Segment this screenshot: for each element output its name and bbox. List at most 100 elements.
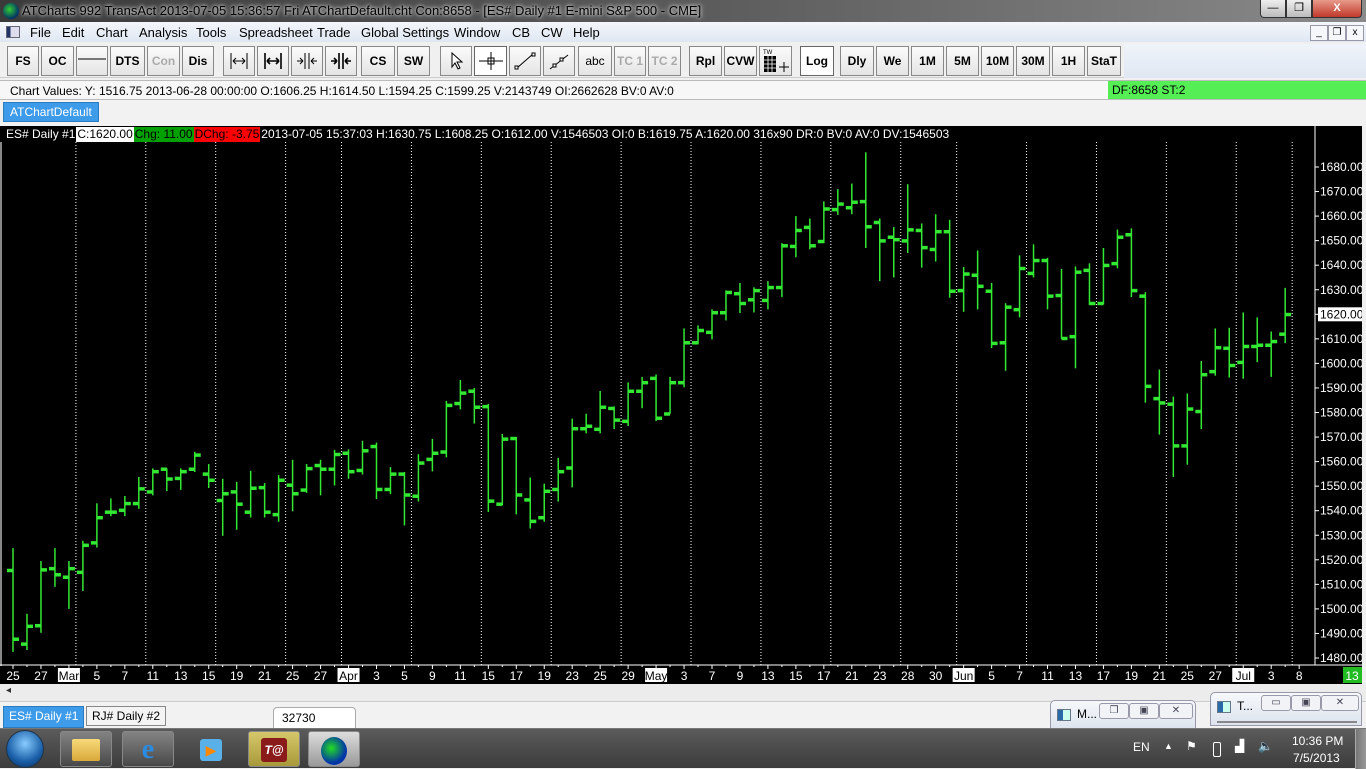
taskbar-explorer[interactable] [60, 731, 112, 767]
price-chart[interactable]: ES# Daily #1 C:1620.00 Chg: 11.00 DChg: -3.… [0, 126, 1362, 684]
document-icon[interactable] [6, 26, 20, 38]
mdi-close-button[interactable]: x [1346, 25, 1364, 41]
menu-help[interactable]: Help [573, 25, 600, 40]
menu-cb[interactable]: CB [512, 25, 530, 40]
maximize-icon[interactable]: ▣ [1291, 695, 1321, 711]
compress-bars-bold-button[interactable] [325, 46, 357, 76]
volume-icon[interactable]: 🔈 [1258, 739, 1273, 753]
ohlc-bar [258, 483, 271, 518]
ohlc-bar [510, 436, 523, 515]
menu-window[interactable]: Window [454, 25, 500, 40]
ray-tool-button[interactable] [543, 46, 575, 76]
trendline-tool-button[interactable] [509, 46, 541, 76]
minimize-button[interactable]: — [1260, 0, 1286, 18]
taskbar-transact[interactable]: T@ [248, 731, 300, 767]
bar-close-tick [1005, 305, 1012, 309]
10m-button[interactable]: 10M [981, 46, 1014, 76]
weekly-button[interactable]: We [876, 46, 909, 76]
menu-chart[interactable]: Chart [96, 25, 128, 40]
minimized-window-t[interactable]: T... ▭ ▣ ✕ [1210, 692, 1362, 726]
taskbar-ie[interactable]: e [122, 731, 174, 767]
folder-icon [72, 739, 100, 761]
menu-file[interactable]: File [30, 25, 51, 40]
ohlc-bar [146, 468, 159, 496]
cvw-button[interactable]: CVW [724, 46, 757, 76]
menu-spreadsheet[interactable]: Spreadsheet [239, 25, 313, 40]
restore-button[interactable]: ❐ [1286, 0, 1312, 18]
bar-close-tick [1103, 263, 1110, 268]
30m-button[interactable]: 30M [1016, 46, 1050, 76]
taskbar-media-player[interactable]: ▶ [185, 731, 237, 767]
menu-cw[interactable]: CW [541, 25, 563, 40]
stat-button[interactable]: StaT [1087, 46, 1121, 76]
ohlc-bar [831, 189, 844, 215]
menu-tools[interactable]: Tools [196, 25, 226, 40]
tab-es-daily-1[interactable]: ES# Daily #1 [3, 706, 85, 728]
oc-button[interactable]: OC [41, 46, 74, 76]
tab-rj-daily-2[interactable]: RJ# Daily #2 [86, 706, 167, 726]
rpl-button[interactable]: Rpl [689, 46, 722, 76]
clock-time[interactable]: 10:36 PM [1292, 734, 1343, 748]
bar-open-tick [1111, 261, 1118, 266]
y-tick-label: 1530.00 [1320, 528, 1362, 542]
language-indicator[interactable]: EN [1133, 740, 1150, 754]
x-tick-label: 7 [709, 669, 716, 683]
start-button[interactable] [6, 730, 44, 768]
ohlc-bar [929, 214, 942, 262]
bar-close-tick [781, 244, 788, 248]
fs-button[interactable]: FS [7, 46, 39, 76]
cs-button[interactable]: CS [361, 46, 395, 76]
maximize-icon[interactable]: ▣ [1129, 703, 1159, 719]
menu-analysis[interactable]: Analysis [139, 25, 187, 40]
ohlc-bar [1041, 257, 1054, 310]
log-scale-toggle[interactable]: Log [800, 46, 834, 76]
crosshair-tool-button[interactable] [474, 46, 507, 76]
compress-bars-button[interactable] [291, 46, 323, 76]
dts-button[interactable]: DTS [110, 46, 145, 76]
text-tool-button[interactable]: abc [578, 46, 612, 76]
bar-close-tick [893, 237, 900, 242]
bar-close-tick [907, 228, 914, 232]
minimize-icon[interactable]: ▭ [1261, 695, 1291, 711]
close-icon[interactable]: ✕ [1159, 703, 1193, 719]
taskbar-atcharts[interactable] [308, 731, 360, 767]
bar-open-tick [943, 229, 950, 234]
minimized-window-m[interactable]: M... ❐ ▣ ✕ [1050, 700, 1196, 730]
scroll-left-arrow-icon[interactable]: ◂ [6, 685, 11, 696]
tc2-button[interactable]: TC 2 [648, 46, 681, 76]
expand-bars-bold-button[interactable] [257, 46, 289, 76]
daily-button[interactable]: Dly [840, 46, 874, 76]
menu-global-settings[interactable]: Global Settings [361, 25, 449, 40]
close-button[interactable]: X [1312, 0, 1362, 18]
5m-button[interactable]: 5M [946, 46, 979, 76]
battery-icon[interactable] [1213, 742, 1221, 757]
y-tick-label: 1580.00 [1320, 406, 1362, 420]
restore-icon[interactable]: ❐ [1099, 703, 1129, 719]
tc1-button[interactable]: TC 1 [614, 46, 646, 76]
menu-edit[interactable]: Edit [62, 25, 84, 40]
sw-button[interactable]: SW [397, 46, 430, 76]
1m-button[interactable]: 1M [911, 46, 944, 76]
con-button[interactable]: Con [147, 46, 180, 76]
tab-atchartdefault[interactable]: ATChartDefault [3, 102, 99, 122]
ohlc-bar [34, 561, 47, 633]
network-signal-icon[interactable]: ▟ [1235, 739, 1244, 753]
show-hidden-icons-icon[interactable]: ▲ [1164, 741, 1173, 751]
expand-bars-button[interactable] [223, 46, 255, 76]
action-center-flag-icon[interactable]: ⚑ [1186, 739, 1197, 753]
window-divider [1217, 721, 1357, 723]
mdi-restore-button[interactable]: ❐ [1328, 25, 1346, 41]
mdi-minimize-button[interactable]: _ [1310, 25, 1328, 41]
close-icon[interactable]: ✕ [1321, 695, 1359, 711]
dis-button[interactable]: Dis [182, 46, 214, 76]
menu-trade[interactable]: Trade [317, 25, 350, 40]
1h-button[interactable]: 1H [1052, 46, 1085, 76]
show-desktop-button[interactable] [1355, 729, 1366, 769]
horizontal-line-button[interactable] [76, 46, 108, 76]
bar-open-tick [7, 568, 13, 573]
time-window-grid-button[interactable]: TW [759, 46, 792, 76]
bar-open-tick [650, 376, 657, 381]
compress-arrows-icon [297, 53, 317, 69]
clock-date[interactable]: 7/5/2013 [1293, 751, 1340, 765]
pointer-tool-button[interactable] [440, 46, 472, 76]
